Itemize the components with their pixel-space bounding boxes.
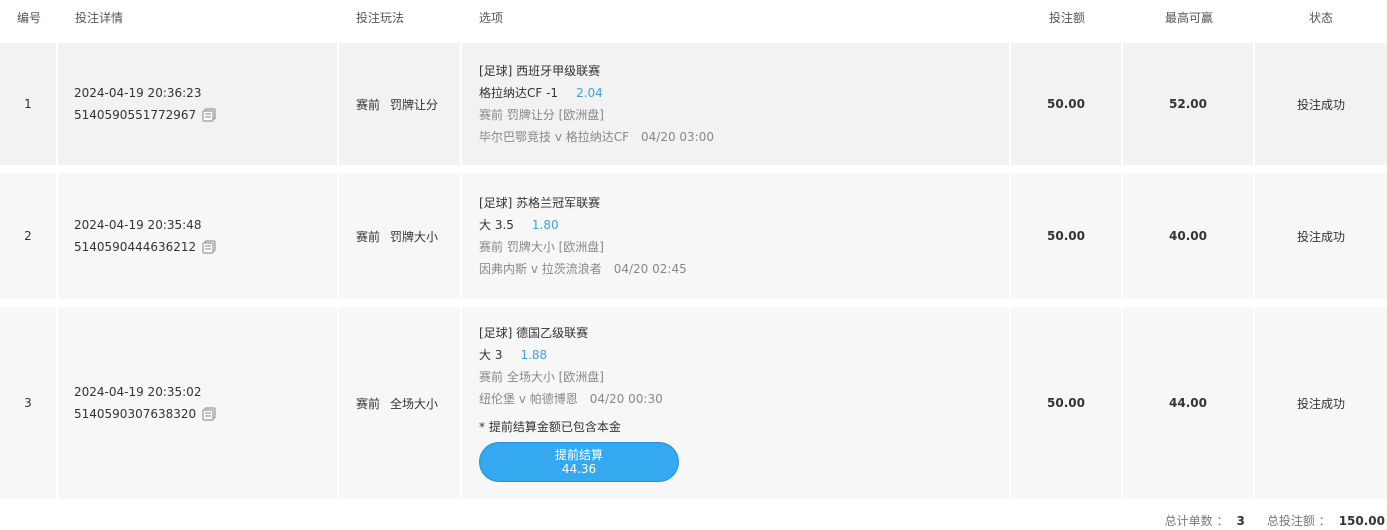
copy-icon[interactable] (202, 407, 216, 421)
row-gap (0, 299, 1387, 307)
odds: 1.88 (520, 348, 548, 362)
match: 毕尔巴鄂竞技 v 格拉纳达CF (479, 130, 630, 144)
selection-line: 大 3.5 1.80 (479, 214, 1009, 236)
league: [足球] 西班牙甲级联赛 (479, 64, 601, 78)
bet-amount: 50.00 (1011, 307, 1123, 499)
selection-line: 大 3 1.88 (479, 344, 1009, 366)
bet-status: 投注成功 (1255, 307, 1387, 499)
bet-play: 赛前 罚牌让分 (339, 43, 462, 165)
match-time: 04/20 02:45 (613, 262, 687, 276)
bet-time: 2024-04-19 20:36:23 (74, 86, 202, 100)
row-no: 2 (0, 173, 58, 299)
match: 因弗内斯 v 拉茨流浪者 (479, 262, 602, 276)
table-header: 编号 投注详情 投注玩法 选项 投注额 最高可赢 状态 (0, 0, 1387, 43)
bet-option: [足球] 德国乙级联赛 大 3 1.88 赛前 全场大小 [欧洲盘] 纽伦堡 v … (462, 307, 1011, 499)
copy-icon[interactable] (202, 240, 216, 254)
bet-option: [足球] 西班牙甲级联赛 格拉纳达CF -1 2.04 赛前 罚牌让分 [欧洲盘]… (462, 43, 1011, 165)
bet-id-wrap: 5140590551772967 (74, 104, 216, 126)
play-type: 罚牌让分 (390, 97, 439, 112)
header-amount: 投注额 (1011, 0, 1123, 43)
bet-detail: 2024-04-19 20:35:02 5140590307638320 (58, 307, 339, 499)
summary-total: 150.00 (1338, 514, 1385, 528)
bet-id-wrap: 5140590307638320 (74, 403, 216, 425)
table-row: 1 2024-04-19 20:36:23 5140590551772967 赛… (0, 43, 1387, 165)
cashout-value: 44.36 (561, 462, 597, 476)
bet-detail: 2024-04-19 20:35:48 5140590444636212 (58, 173, 339, 299)
bet-status: 投注成功 (1255, 173, 1387, 299)
cashout-button[interactable]: 提前结算 44.36 (479, 442, 679, 482)
play-stage: 赛前 (356, 229, 381, 244)
bet-max-win: 40.00 (1123, 173, 1255, 299)
header-detail: 投注详情 (58, 0, 339, 43)
bet-option: [足球] 苏格兰冠军联赛 大 3.5 1.80 赛前 罚牌大小 [欧洲盘] 因弗内… (462, 173, 1011, 299)
bet-play: 赛前 罚牌大小 (339, 173, 462, 299)
summary-count: 3 (1236, 514, 1245, 528)
match-time: 04/20 00:30 (589, 392, 663, 406)
play-stage: 赛前 (356, 97, 381, 112)
bet-id: 5140590551772967 (74, 108, 197, 122)
league: [足球] 德国乙级联赛 (479, 326, 589, 340)
bet-id: 5140590307638320 (74, 407, 197, 421)
selection: 大 3 (479, 348, 503, 362)
match-line: 纽伦堡 v 帕德博恩 04/20 00:30 (479, 388, 1009, 410)
row-no: 3 (0, 307, 58, 499)
bet-status: 投注成功 (1255, 43, 1387, 165)
bet-max-win: 44.00 (1123, 307, 1255, 499)
play-stage: 赛前 (356, 396, 381, 411)
market: 赛前 全场大小 [欧洲盘] (479, 370, 604, 384)
bet-amount: 50.00 (1011, 43, 1123, 165)
copy-icon[interactable] (202, 108, 216, 122)
row-gap (0, 165, 1387, 173)
header-play: 投注玩法 (339, 0, 462, 43)
play-type: 罚牌大小 (390, 229, 439, 244)
selection-line: 格拉纳达CF -1 2.04 (479, 82, 1009, 104)
header-max-win: 最高可赢 (1123, 0, 1255, 43)
odds: 1.80 (531, 218, 559, 232)
market: 赛前 罚牌大小 [欧洲盘] (479, 240, 604, 254)
summary-bar: 总计单数 ： 3 总投注额 ： 150.00 (1165, 512, 1385, 530)
play-type: 全场大小 (390, 396, 439, 411)
match-line: 因弗内斯 v 拉茨流浪者 04/20 02:45 (479, 258, 1009, 280)
row-no: 1 (0, 43, 58, 165)
bet-time: 2024-04-19 20:35:02 (74, 385, 202, 399)
header-no: 编号 (0, 0, 58, 43)
header-option: 选项 (462, 0, 1011, 43)
bet-time: 2024-04-19 20:35:48 (74, 218, 202, 232)
cashout-label: 提前结算 (554, 448, 603, 462)
market: 赛前 罚牌让分 [欧洲盘] (479, 108, 604, 122)
table-row: 2 2024-04-19 20:35:48 5140590444636212 赛… (0, 173, 1387, 299)
bet-history-page: 编号 投注详情 投注玩法 选项 投注额 最高可赢 状态 1 2024-04-19… (0, 0, 1387, 530)
match: 纽伦堡 v 帕德博恩 (479, 392, 578, 406)
match-line: 毕尔巴鄂竞技 v 格拉纳达CF 04/20 03:00 (479, 126, 1009, 148)
selection: 大 3.5 (479, 218, 514, 232)
bet-max-win: 52.00 (1123, 43, 1255, 165)
header-status: 状态 (1255, 0, 1387, 43)
bet-id: 5140590444636212 (74, 240, 197, 254)
match-time: 04/20 03:00 (641, 130, 714, 144)
league: [足球] 苏格兰冠军联赛 (479, 196, 601, 210)
cashout-note: * 提前结算金额已包含本金 (479, 420, 621, 434)
summary-total-label: 总投注额 ： (1266, 514, 1331, 528)
table-row: 3 2024-04-19 20:35:02 5140590307638320 赛… (0, 307, 1387, 499)
bet-detail: 2024-04-19 20:36:23 5140590551772967 (58, 43, 339, 165)
bet-id-wrap: 5140590444636212 (74, 236, 216, 258)
bet-amount: 50.00 (1011, 173, 1123, 299)
summary-count-label: 总计单数 ： (1164, 514, 1229, 528)
bet-play: 赛前 全场大小 (339, 307, 462, 499)
bet-table: 编号 投注详情 投注玩法 选项 投注额 最高可赢 状态 1 2024-04-19… (0, 0, 1387, 499)
odds: 2.04 (576, 86, 603, 100)
selection: 格拉纳达CF -1 (479, 86, 559, 100)
